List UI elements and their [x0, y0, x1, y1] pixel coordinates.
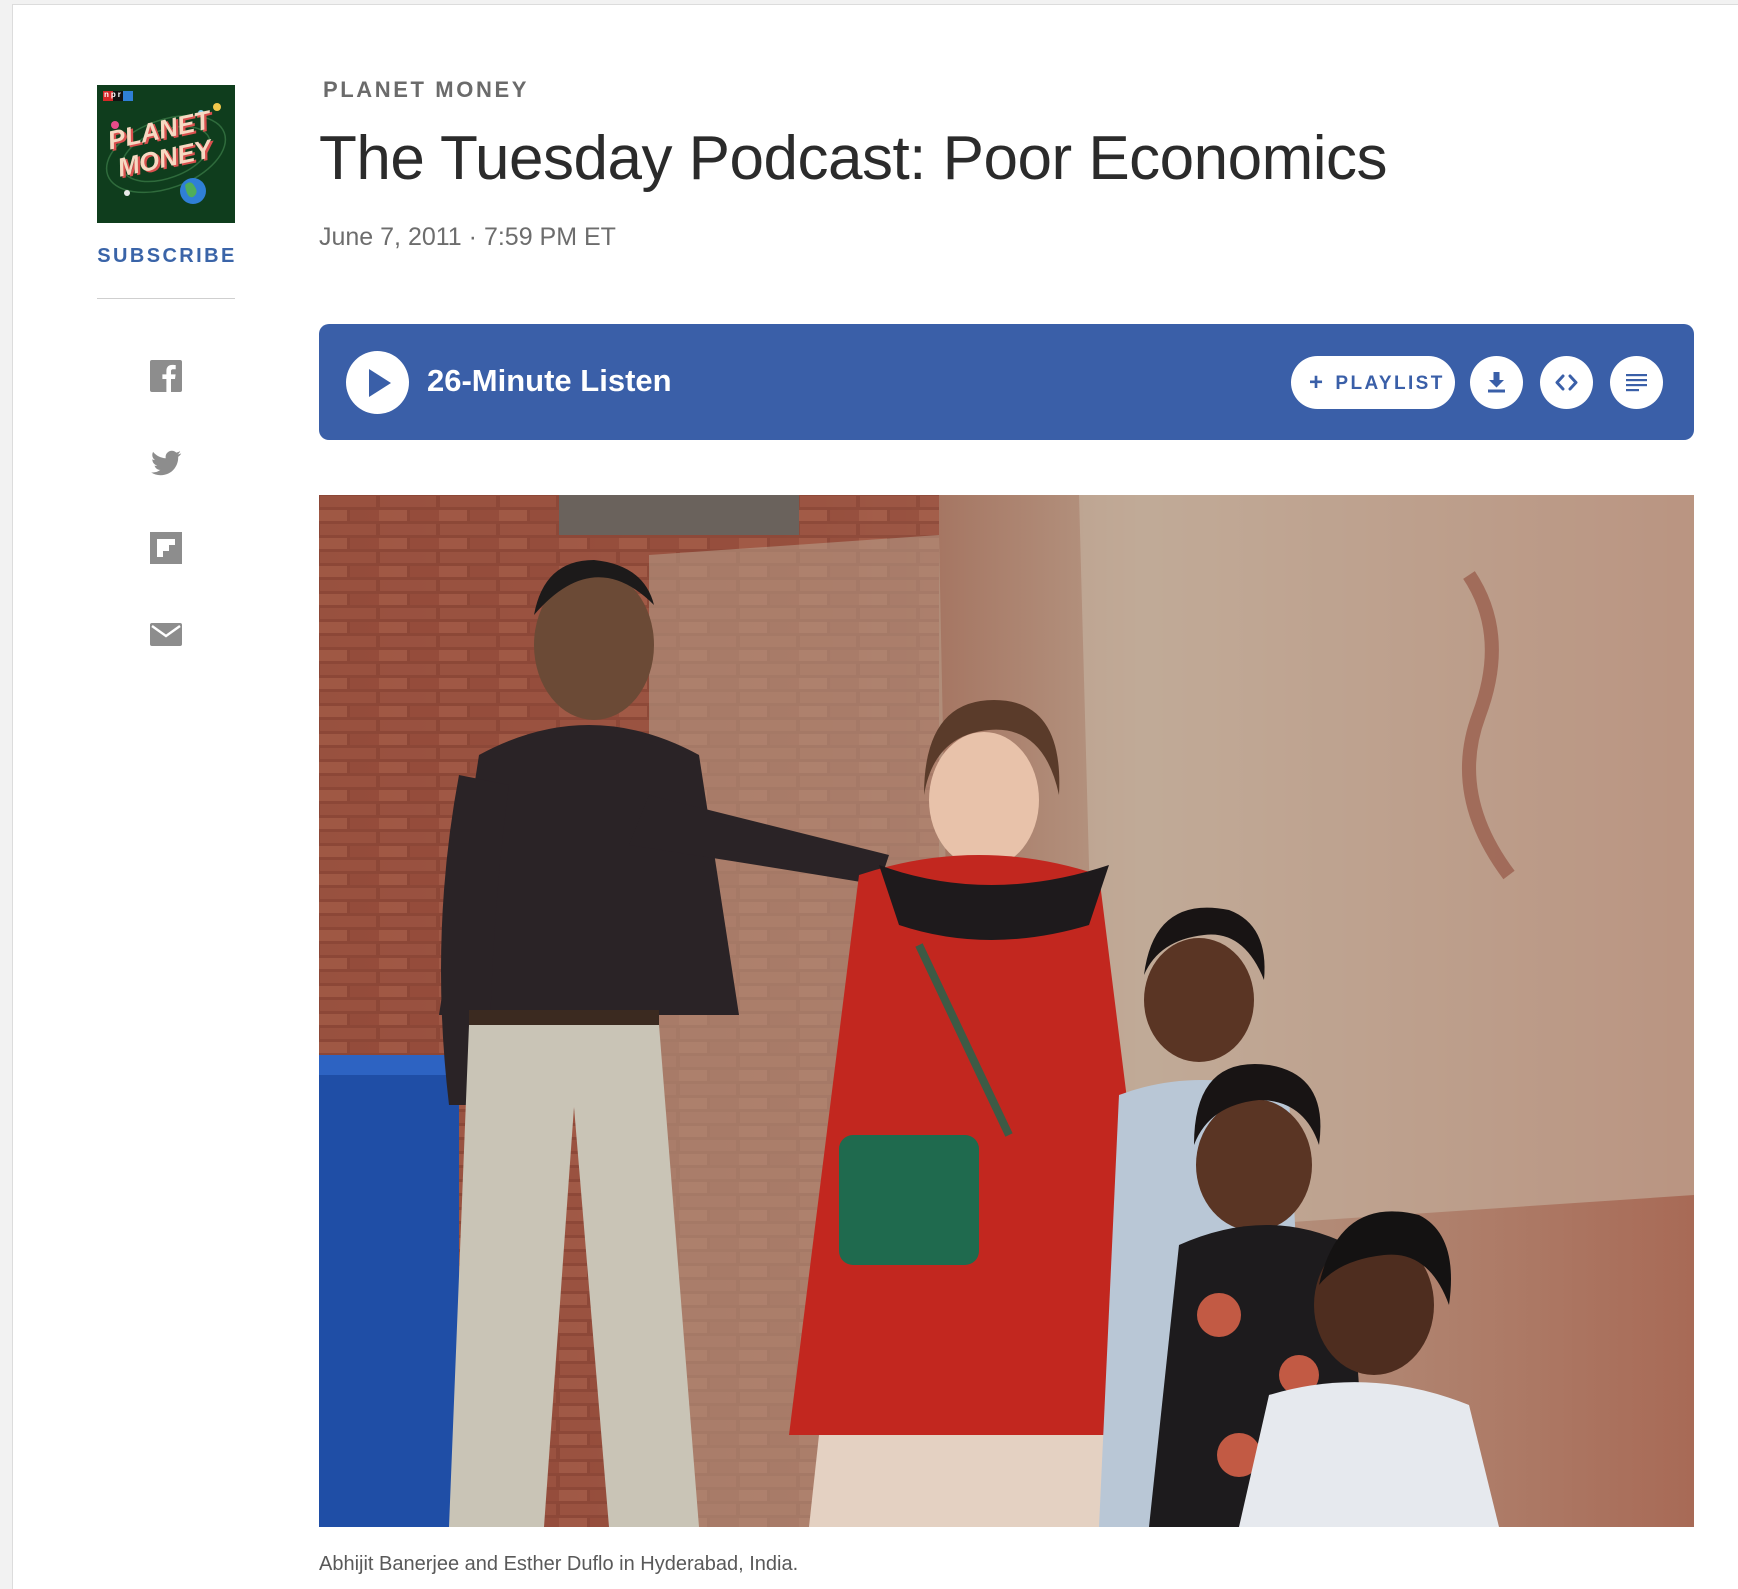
- flipboard-icon[interactable]: [149, 531, 183, 565]
- transcript-icon: [1626, 374, 1647, 392]
- article-photo[interactable]: [319, 495, 1694, 1527]
- twitter-icon[interactable]: [149, 445, 183, 479]
- podcast-cover-art[interactable]: npr PLANET MONEY: [97, 85, 235, 223]
- audio-player: 26-Minute Listen + PLAYLIST: [319, 324, 1694, 440]
- podcast-art-badge: npr: [104, 90, 123, 99]
- photo-caption: Abhijit Banerjee and Esther Duflo in Hyd…: [319, 1553, 799, 1575]
- transcript-button[interactable]: [1610, 356, 1663, 409]
- publish-time: 7:59 PM ET: [483, 223, 616, 251]
- publish-date: June 7, 2011: [319, 223, 462, 251]
- embed-icon: [1555, 374, 1578, 391]
- play-button[interactable]: [346, 351, 409, 414]
- add-to-playlist-button[interactable]: + PLAYLIST: [1291, 356, 1455, 409]
- embed-button[interactable]: [1540, 356, 1593, 409]
- article-page: npr PLANET MONEY SUBSCRIBE PLANET MONEY …: [12, 4, 1738, 1589]
- page-title: The Tuesday Podcast: Poor Economics: [319, 124, 1388, 193]
- download-button[interactable]: [1470, 356, 1523, 409]
- photo-graphic: [319, 495, 1694, 1527]
- facebook-icon[interactable]: [149, 359, 183, 393]
- left-rail: npr PLANET MONEY SUBSCRIBE: [97, 85, 237, 703]
- download-icon: [1488, 372, 1505, 393]
- email-icon[interactable]: [149, 617, 183, 651]
- dateline: June 7, 2011 · 7:59 PM ET: [319, 223, 616, 252]
- playlist-label: PLAYLIST: [1335, 373, 1445, 394]
- share-list: [97, 359, 235, 651]
- program-kicker[interactable]: PLANET MONEY: [323, 77, 529, 103]
- subscribe-link[interactable]: SUBSCRIBE: [97, 245, 237, 268]
- rail-divider: [97, 298, 235, 299]
- listen-duration-label: 26-Minute Listen: [427, 363, 672, 398]
- play-icon: [369, 369, 391, 397]
- date-separator: ·: [468, 223, 477, 251]
- plus-icon: +: [1309, 369, 1326, 396]
